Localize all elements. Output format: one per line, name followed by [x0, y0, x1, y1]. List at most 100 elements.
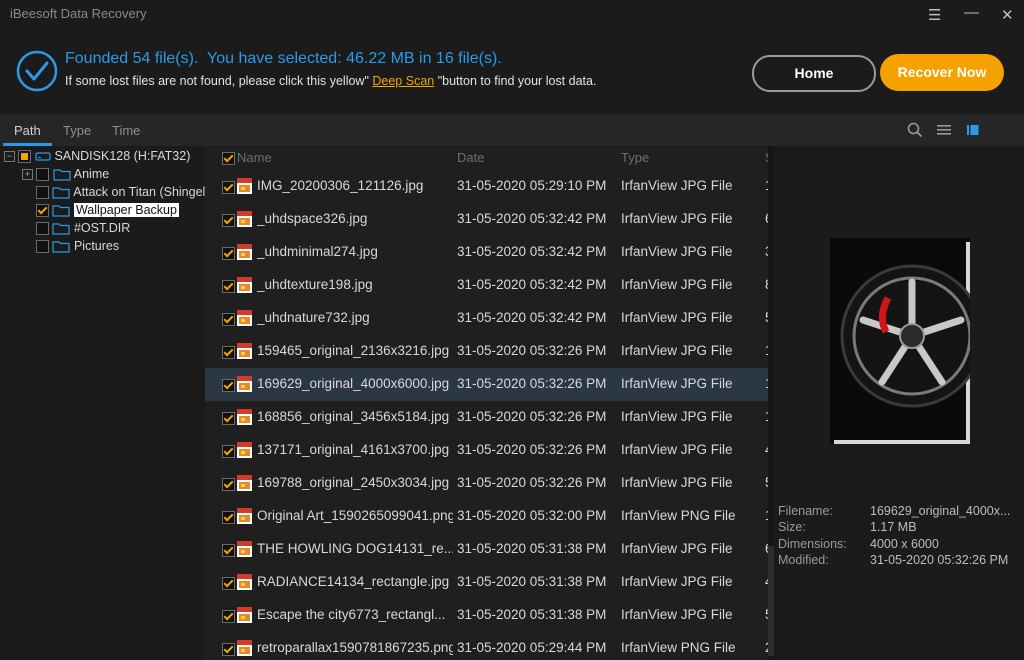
file-date: 31-05-2020 05:32:42 PM [457, 244, 607, 259]
file-date: 31-05-2020 05:32:26 PM [457, 475, 607, 490]
row-checkbox[interactable] [222, 280, 235, 293]
tree-checkbox[interactable] [36, 240, 49, 254]
row-checkbox[interactable] [222, 511, 235, 524]
file-type: IrfanView JPG File [621, 541, 733, 556]
tree-checkbox[interactable] [18, 150, 32, 164]
image-file-icon [237, 442, 252, 458]
row-checkbox[interactable] [222, 478, 235, 491]
tree-root-sandisk[interactable]: − SANDISK128 (H:FAT32) [4, 149, 190, 167]
minimize-icon[interactable]: — [964, 4, 979, 21]
image-file-icon [237, 244, 252, 260]
tree-label: Attack on Titan (Shingel [73, 185, 206, 199]
search-icon[interactable] [906, 121, 924, 139]
tree-checkbox[interactable] [36, 186, 49, 200]
folder-icon [52, 223, 71, 235]
column-type[interactable]: Type [621, 150, 649, 165]
scan-status: Founded 54 file(s). You have selected: 4… [65, 50, 502, 68]
table-row[interactable]: THE HOWLING DOG14131_re... 31-05-2020 05:… [205, 533, 770, 566]
file-name: 169788_original_2450x3034.jpg [257, 475, 450, 490]
expand-icon[interactable]: + [22, 169, 33, 181]
file-date: 31-05-2020 05:32:00 PM [457, 508, 607, 523]
app-title: iBeesoft Data Recovery [10, 6, 147, 21]
tab-type[interactable]: Type [63, 123, 91, 138]
file-type: IrfanView JPG File [621, 211, 733, 226]
row-checkbox[interactable] [222, 247, 235, 260]
file-date: 31-05-2020 05:32:26 PM [457, 343, 607, 358]
image-preview-thumbnail [830, 238, 970, 444]
scan-result-header: Founded 54 file(s). You have selected: 4… [0, 30, 1024, 114]
tree-label: #OST.DIR [73, 221, 131, 235]
folder-icon [52, 241, 71, 253]
list-view-icon[interactable] [935, 121, 953, 139]
image-file-icon [237, 211, 252, 227]
row-checkbox[interactable] [222, 577, 235, 590]
column-date[interactable]: Date [457, 150, 484, 165]
table-row[interactable]: 137171_original_4161x3700.jpg 31-05-2020 … [205, 434, 770, 467]
row-checkbox[interactable] [222, 610, 235, 623]
thumbnail-view-icon[interactable] [964, 121, 982, 139]
table-row[interactable]: _uhdminimal274.jpg 31-05-2020 05:32:42 PM… [205, 236, 770, 269]
drive-icon [35, 152, 51, 161]
row-checkbox[interactable] [222, 412, 235, 425]
hint-text-after: "button to find your lost data. [437, 74, 597, 88]
file-name: RADIANCE14134_rectangle.jpg [257, 574, 450, 589]
selected-summary: You have selected: 46.22 MB in 16 file(s… [207, 50, 502, 67]
image-file-icon [237, 343, 252, 359]
table-row[interactable]: 169629_original_4000x6000.jpg 31-05-2020 … [205, 368, 770, 401]
row-checkbox[interactable] [222, 544, 235, 557]
file-name: 137171_original_4161x3700.jpg [257, 442, 450, 457]
file-date: 31-05-2020 05:32:26 PM [457, 376, 607, 391]
column-name[interactable]: Name [237, 150, 272, 165]
row-checkbox[interactable] [222, 313, 235, 326]
preview-pane: Filename: 169629_original_4000x... Size:… [774, 146, 1024, 660]
table-row[interactable]: RADIANCE14134_rectangle.jpg 31-05-2020 05… [205, 566, 770, 599]
tree-item-attack-on-titan[interactable]: Attack on Titan (Shingel [36, 185, 205, 203]
size-value: 1.17 MB [870, 520, 917, 534]
tree-item-anime[interactable]: + Anime [22, 167, 109, 185]
file-list: Name Date Type S IMG_20200306_121126.jpg… [205, 146, 770, 660]
row-checkbox[interactable] [222, 346, 235, 359]
row-checkbox[interactable] [222, 214, 235, 227]
dimensions-label: Dimensions: [778, 537, 847, 551]
tab-path[interactable]: Path [14, 123, 41, 138]
file-list-header: Name Date Type S [205, 146, 770, 170]
title-bar: iBeesoft Data Recovery ☰ — ✕ [0, 0, 1024, 30]
size-label: Size: [778, 520, 806, 534]
tree-item-ost-dir[interactable]: #OST.DIR [36, 221, 130, 239]
recover-now-button[interactable]: Recover Now [880, 54, 1004, 91]
tree-item-wallpaper-backup[interactable]: Wallpaper Backup [36, 203, 179, 221]
image-file-icon [237, 409, 252, 425]
home-button[interactable]: Home [752, 55, 876, 92]
row-checkbox[interactable] [222, 445, 235, 458]
tree-checkbox[interactable] [36, 168, 50, 182]
table-row[interactable]: _uhdnature732.jpg 31-05-2020 05:32:42 PM I… [205, 302, 770, 335]
file-name: retroparallax1590781867235.png [257, 640, 453, 655]
select-all-checkbox[interactable] [222, 152, 235, 165]
tree-item-pictures[interactable]: Pictures [36, 239, 119, 257]
file-type: IrfanView JPG File [621, 277, 733, 292]
table-row[interactable]: 169788_original_2450x3034.jpg 31-05-2020 … [205, 467, 770, 500]
row-checkbox[interactable] [222, 379, 235, 392]
tab-time[interactable]: Time [112, 123, 140, 138]
table-row[interactable]: 159465_original_2136x3216.jpg 31-05-2020 … [205, 335, 770, 368]
deep-scan-link[interactable]: Deep Scan [372, 74, 434, 88]
table-row[interactable]: _uhdspace326.jpg 31-05-2020 05:32:42 PM Ir… [205, 203, 770, 236]
table-row[interactable]: IMG_20200306_121126.jpg 31-05-2020 05:29:… [205, 170, 770, 203]
row-checkbox[interactable] [222, 181, 235, 194]
file-type: IrfanView JPG File [621, 178, 733, 193]
collapse-icon[interactable]: − [4, 151, 15, 163]
file-name: _uhdnature732.jpg [257, 310, 370, 325]
table-row[interactable]: _uhdtexture198.jpg 31-05-2020 05:32:42 PM… [205, 269, 770, 302]
tree-checkbox[interactable] [36, 204, 49, 218]
table-row[interactable]: Original Art_1590265099041.png 31-05-2020… [205, 500, 770, 533]
menu-icon[interactable]: ☰ [928, 6, 941, 24]
close-icon[interactable]: ✕ [1001, 6, 1014, 24]
table-row[interactable]: 168856_original_3456x5184.jpg 31-05-2020 … [205, 401, 770, 434]
filename-value: 169629_original_4000x... [870, 504, 1011, 518]
table-row[interactable]: retroparallax1590781867235.png 31-05-2020… [205, 632, 770, 660]
row-checkbox[interactable] [222, 643, 235, 656]
tree-checkbox[interactable] [36, 222, 49, 236]
file-type: IrfanView PNG File [621, 508, 736, 523]
table-row[interactable]: Escape the city6773_rectangl... 31-05-202… [205, 599, 770, 632]
file-name: THE HOWLING DOG14131_re... [257, 541, 453, 556]
